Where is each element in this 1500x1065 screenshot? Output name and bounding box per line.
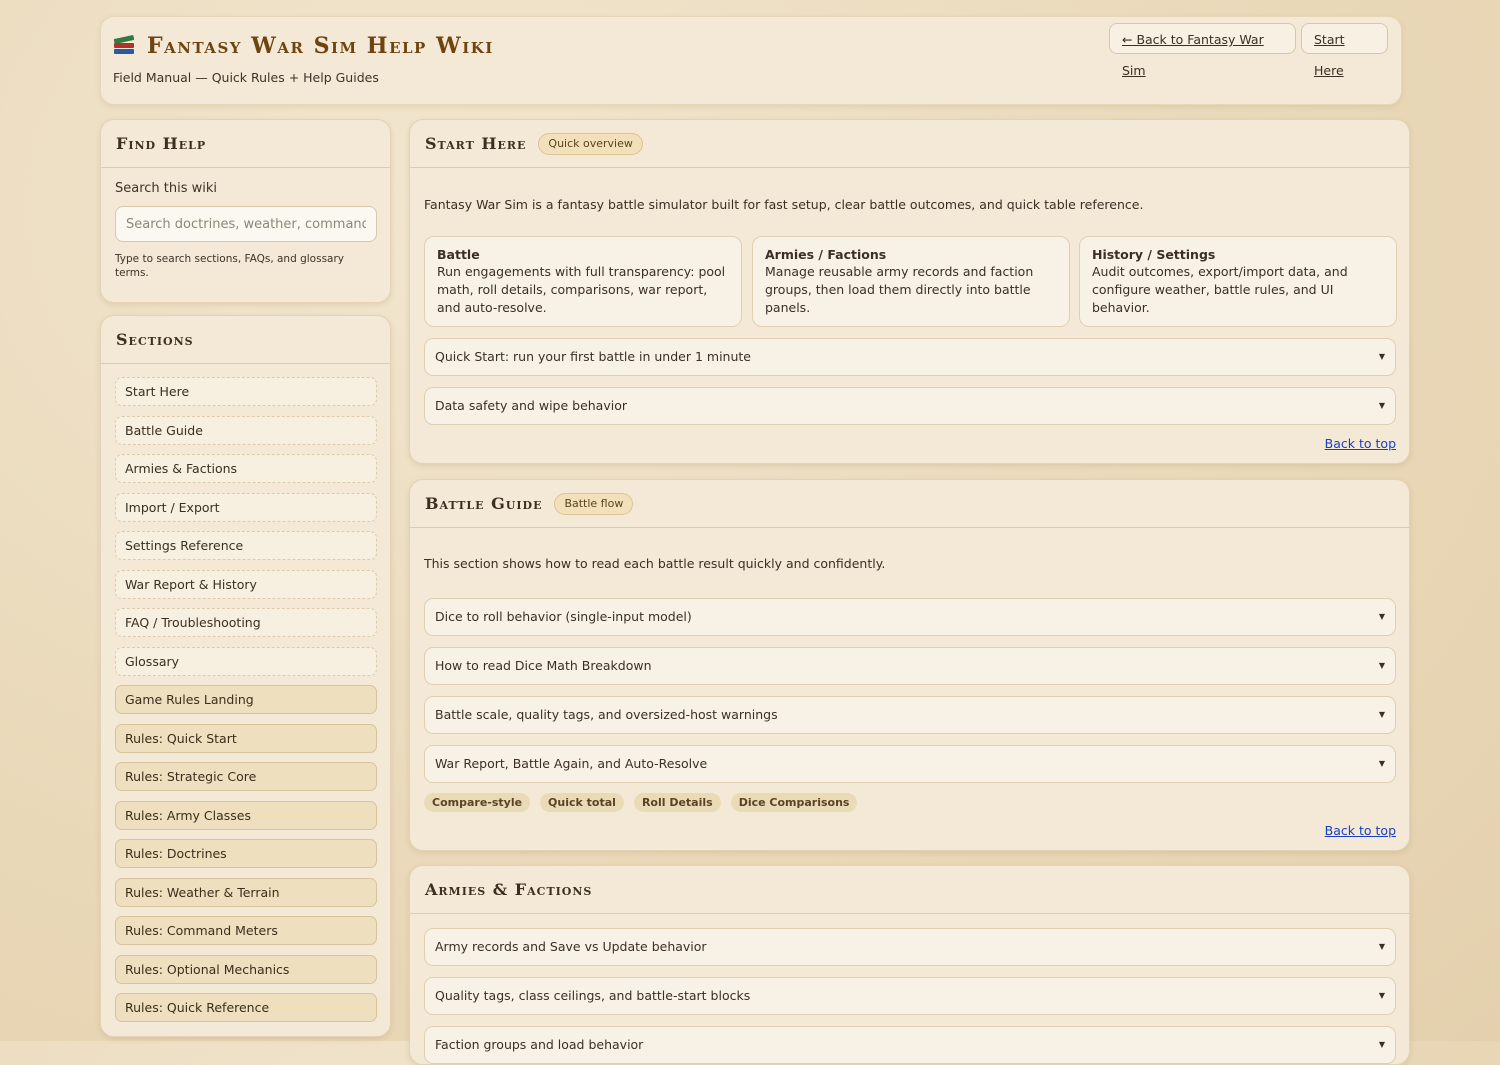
- caret-down-icon: ▼: [1378, 612, 1385, 621]
- books-icon: [113, 34, 135, 57]
- sidebar-item-rules-quick-reference[interactable]: Rules: Quick Reference: [115, 993, 377, 1022]
- site-header: Fantasy War Sim Help Wiki Field Manual —…: [100, 16, 1402, 105]
- accordion-data-safety[interactable]: Data safety and wipe behavior ▼: [424, 387, 1396, 425]
- caret-down-icon: ▼: [1378, 710, 1385, 719]
- armies-factions-title: Armies & Factions: [425, 880, 593, 899]
- sidebar-item-faq-troubleshooting[interactable]: FAQ / Troubleshooting: [115, 608, 377, 637]
- armies-factions-section: Armies & Factions Army records and Save …: [409, 865, 1410, 1065]
- search-input[interactable]: [115, 206, 377, 242]
- card-title: Armies / Factions: [765, 247, 887, 262]
- sidebar-item-war-report-history[interactable]: War Report & History: [115, 569, 377, 599]
- card-description: Audit outcomes, export/import data, and …: [1092, 264, 1348, 315]
- quick-overview-tag: Quick overview: [538, 132, 643, 155]
- battle-guide-intro: This section shows how to read each batt…: [424, 556, 886, 571]
- battle-card: Battle Run engagements with full transpa…: [424, 236, 742, 327]
- sidebar-item-rules-doctrines[interactable]: Rules: Doctrines: [115, 839, 377, 868]
- start-here-title: Start Here: [425, 134, 527, 153]
- battle-guide-title: Battle Guide: [425, 494, 543, 513]
- start-here-header: Start Here Quick overview: [410, 120, 1409, 168]
- sections-panel: Sections Start Here Battle Guide Armies & …: [100, 315, 391, 1037]
- find-help-panel: Find Help Search this wiki Type to searc…: [100, 119, 391, 303]
- sidebar-item-game-rules-landing[interactable]: Game Rules Landing: [115, 685, 377, 714]
- start-here-button[interactable]: Start Here: [1301, 23, 1388, 78]
- accordion-war-report[interactable]: War Report, Battle Again, and Auto-Resol…: [424, 745, 1396, 783]
- sidebar-item-import-export[interactable]: Import / Export: [115, 492, 377, 522]
- sections-title: Sections: [116, 330, 194, 349]
- accordion-dice-roll[interactable]: Dice to roll behavior (single-input mode…: [424, 598, 1396, 636]
- caret-down-icon: ▼: [1378, 352, 1385, 361]
- sidebar-item-rules-command-meters[interactable]: Rules: Command Meters: [115, 916, 377, 945]
- accordion-quick-start[interactable]: Quick Start: run your first battle in un…: [424, 338, 1396, 376]
- battle-flow-tag: Battle flow: [554, 492, 634, 515]
- armies-factions-header: Armies & Factions: [410, 866, 1409, 914]
- sidebar-item-rules-quick-start[interactable]: Rules: Quick Start: [115, 723, 377, 753]
- find-help-title: Find Help: [116, 134, 207, 153]
- caret-down-icon: ▼: [1378, 661, 1385, 670]
- chip-quick-total: Quick total: [540, 793, 624, 812]
- search-label: Search this wiki: [115, 181, 218, 196]
- accordion-label: Data safety and wipe behavior: [435, 398, 628, 413]
- card-description: Manage reusable army records and faction…: [765, 264, 1034, 315]
- search-hint: Type to search sections, FAQs, and gloss…: [115, 253, 345, 279]
- accordion-label: How to read Dice Math Breakdown: [435, 658, 652, 673]
- card-title: Battle: [437, 247, 480, 262]
- accordion-army-records[interactable]: Army records and Save vs Update behavior…: [424, 928, 1396, 966]
- accordion-faction-groups[interactable]: Faction groups and load behavior ▼: [424, 1026, 1396, 1064]
- chip-compare-style: Compare-style: [424, 793, 531, 812]
- back-to-app-button[interactable]: ← Back to Fantasy War Sim: [1109, 23, 1296, 78]
- sidebar-item-rules-optional-mechanics[interactable]: Rules: Optional Mechanics: [115, 954, 377, 984]
- site-subtitle: Field Manual — Quick Rules + Help Guides: [113, 70, 379, 85]
- start-here-section: Start Here Quick overview Fantasy War Si…: [409, 119, 1410, 464]
- brand: Fantasy War Sim Help Wiki: [113, 33, 494, 59]
- start-here-intro: Fantasy War Sim is a fantasy battle simu…: [424, 197, 1144, 212]
- caret-down-icon: ▼: [1378, 1040, 1385, 1049]
- caret-down-icon: ▼: [1378, 942, 1385, 951]
- accordion-label: Quality tags, class ceilings, and battle…: [435, 988, 751, 1003]
- sidebar-item-battle-guide[interactable]: Battle Guide: [115, 415, 377, 445]
- battle-guide-header: Battle Guide Battle flow: [410, 480, 1409, 528]
- back-to-top-link[interactable]: Back to top: [1325, 436, 1396, 451]
- sections-nav: Start Here Battle Guide Armies & Factions I…: [115, 377, 377, 1032]
- sidebar-item-armies-factions[interactable]: Armies & Factions: [115, 454, 377, 483]
- accordion-quality-tags[interactable]: Quality tags, class ceilings, and battle…: [424, 977, 1396, 1015]
- sidebar-item-glossary[interactable]: Glossary: [115, 646, 377, 676]
- caret-down-icon: ▼: [1378, 991, 1385, 1000]
- sidebar-item-start-here[interactable]: Start Here: [115, 377, 377, 406]
- caret-down-icon: ▼: [1378, 759, 1385, 768]
- accordion-label: Battle scale, quality tags, and oversize…: [435, 707, 778, 722]
- accordion-dice-math[interactable]: How to read Dice Math Breakdown ▼: [424, 647, 1396, 685]
- chip-roll-details: Roll Details: [633, 793, 721, 812]
- sidebar-item-rules-weather-terrain[interactable]: Rules: Weather & Terrain: [115, 877, 377, 907]
- sidebar-item-rules-strategic-core[interactable]: Rules: Strategic Core: [115, 762, 377, 791]
- accordion-label: Army records and Save vs Update behavior: [435, 939, 707, 954]
- history-settings-card: History / Settings Audit outcomes, expor…: [1079, 236, 1397, 327]
- caret-down-icon: ▼: [1378, 401, 1385, 410]
- sections-header: Sections: [101, 316, 390, 364]
- accordion-label: Quick Start: run your first battle in un…: [435, 349, 751, 364]
- sidebar-item-rules-army-classes[interactable]: Rules: Army Classes: [115, 800, 377, 830]
- find-help-header: Find Help: [101, 120, 390, 168]
- sidebar-item-settings-reference[interactable]: Settings Reference: [115, 531, 377, 560]
- accordion-label: Dice to roll behavior (single-input mode…: [435, 609, 692, 624]
- accordion-label: Faction groups and load behavior: [435, 1037, 644, 1052]
- chip-dice-comparisons: Dice Comparisons: [730, 793, 858, 812]
- card-description: Run engagements with full transparency: …: [437, 264, 726, 315]
- armies-factions-card: Armies / Factions Manage reusable army r…: [752, 236, 1070, 327]
- accordion-battle-scale[interactable]: Battle scale, quality tags, and oversize…: [424, 696, 1396, 734]
- battle-guide-section: Battle Guide Battle flow This section sh…: [409, 479, 1410, 851]
- accordion-label: War Report, Battle Again, and Auto-Resol…: [435, 756, 708, 771]
- back-to-top-link[interactable]: Back to top: [1325, 823, 1396, 838]
- card-title: History / Settings: [1092, 247, 1216, 262]
- site-title: Fantasy War Sim Help Wiki: [147, 33, 494, 59]
- battle-chips: Compare-style Quick total Roll Details D…: [424, 793, 867, 812]
